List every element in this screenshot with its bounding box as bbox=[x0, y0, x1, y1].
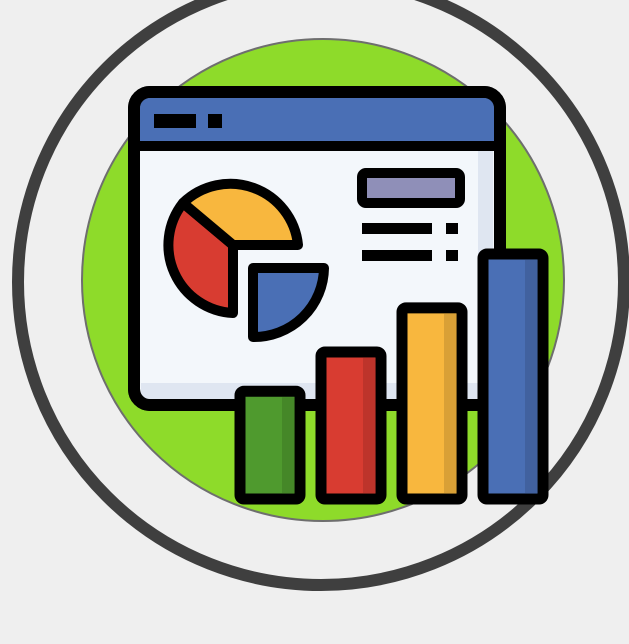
text-line-2 bbox=[362, 250, 432, 261]
text-dot-2 bbox=[446, 250, 458, 261]
icon-canvas bbox=[0, 0, 629, 644]
text-line-1 bbox=[362, 223, 432, 234]
titlebar-text-bar bbox=[154, 114, 196, 128]
bar-red-shade bbox=[363, 358, 375, 493]
titlebar-dot bbox=[208, 114, 222, 128]
analytics-dashboard-icon bbox=[12, 0, 629, 591]
bar-yellow-shade bbox=[444, 313, 456, 493]
bar-blue-shade bbox=[525, 260, 537, 493]
text-dot-1 bbox=[446, 223, 458, 234]
bar-green-shade bbox=[282, 397, 294, 493]
label-box bbox=[357, 168, 465, 208]
